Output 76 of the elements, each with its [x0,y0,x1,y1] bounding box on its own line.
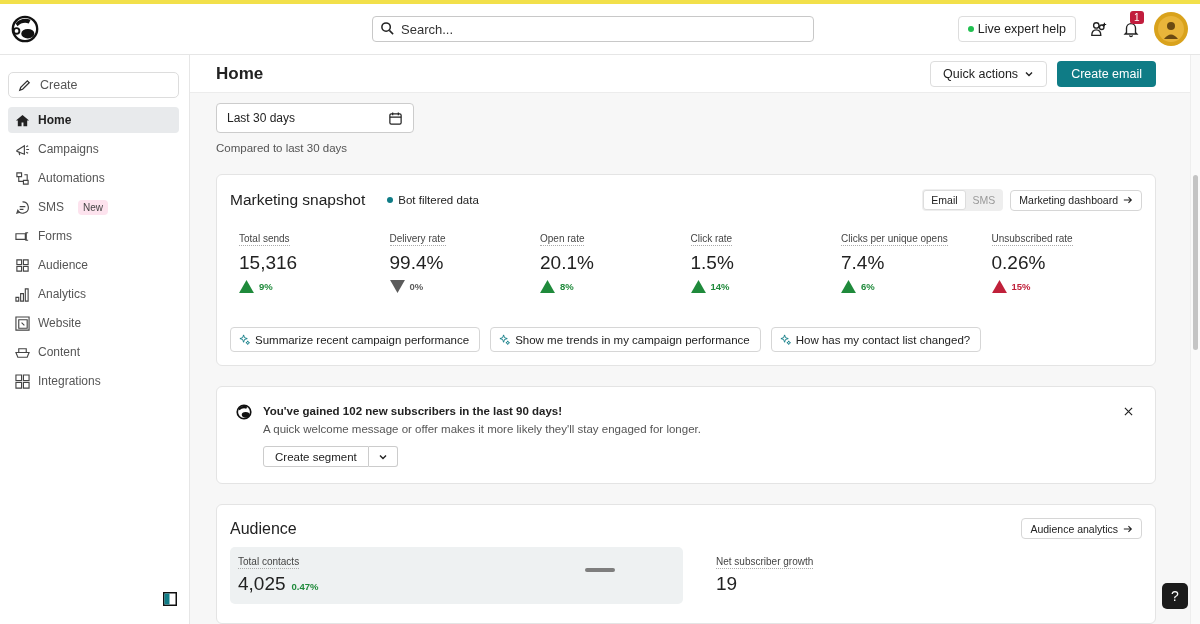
nav-item[interactable]: Analytics [8,281,179,307]
bell-icon[interactable] [1122,20,1140,38]
avatar[interactable] [1154,12,1188,46]
stat-value: 4,025 [238,573,286,595]
prompt-button[interactable]: How has my contact list changed? [770,327,982,352]
sparkle-icon [239,334,250,345]
create-email-button[interactable]: Create email [1057,60,1156,87]
notice-title: You've gained 102 new subscribers in the last 90 days! [263,405,564,417]
help-button[interactable]: ? [1162,583,1188,609]
new-badge: New [78,199,109,215]
window-icon [15,315,30,331]
bar-chart-icon [15,286,30,302]
metric-change: 0% [409,281,424,292]
metric-label: Open rate [540,233,585,246]
quick-actions-button[interactable]: Quick actions [930,60,1048,87]
metric-value: 20.1% [540,252,594,274]
pencil-icon [17,77,32,93]
metric-label: Delivery rate [389,233,446,246]
date-range-field[interactable]: Last 30 days [216,103,414,133]
metric-change: 6% [861,281,875,292]
metric-label: Click rate [690,233,733,246]
arrow-right-icon [1123,523,1133,534]
notice-text: A quick welcome message or offer makes it more likely they'll stay engaged for longer. [263,423,702,435]
prompt-button[interactable]: Summarize recent campaign performance [230,327,481,352]
stat-label: Net subscriber growth [716,556,814,569]
metric-change: 15% [1011,281,1031,292]
sparkle-icon [779,334,791,345]
audience-analytics-button[interactable]: Audience analytics [1021,518,1142,539]
channel-tab[interactable]: Email [923,190,966,210]
metric-change: 9% [259,281,273,292]
stat-value: 19 [716,573,738,595]
page-title: Home [216,63,264,84]
metric-label: Total sends [239,233,290,246]
create-segment-button[interactable]: Create segment [263,446,369,467]
nav-item[interactable]: Integrations [8,368,179,394]
metric-label: Clicks per unique opens [841,233,948,246]
close-icon[interactable] [1124,407,1133,416]
card-title: Marketing snapshot [230,191,366,209]
dashboard-link-button[interactable]: Marketing dashboard [1010,189,1142,211]
nav-item[interactable]: Home [8,107,179,133]
nav-item[interactable]: Content [8,339,179,365]
flowchart-icon [15,170,30,186]
nav-item[interactable]: Audience [8,252,179,278]
nav-item[interactable]: Forms [8,223,179,249]
chat-bubble-icon [15,199,30,215]
metric-change: 8% [560,281,574,292]
stat-label: Total contacts [238,556,300,569]
create-button[interactable]: Create [8,72,179,98]
card-title: Audience [230,519,297,538]
stat-change: 0.47% [291,581,319,592]
nav-item[interactable]: SMS New [8,194,179,220]
sidebar-toggle-icon[interactable] [163,592,177,606]
search-icon [380,21,395,36]
metric-value: 0.26% [991,252,1046,274]
metric-value: 15,316 [239,252,298,274]
grid-icon [15,373,30,389]
metric-label: Unsubscribed rate [991,233,1073,246]
metric-value: 99.4% [389,252,444,274]
status-dot [387,197,394,203]
metric-value: 1.5% [690,252,734,274]
prompt-button[interactable]: Show me trends in my campaign performance [490,327,761,352]
nav-item[interactable]: Website [8,310,179,336]
comparison-caption: Compared to last 30 days [216,142,349,154]
sparkle-icon [499,334,511,345]
nav-item[interactable]: Automations [8,165,179,191]
scrollbar-thumb[interactable] [1193,175,1198,350]
search-field[interactable]: Search... [372,16,814,42]
notification-badge: 1 [1130,11,1144,24]
bot-filter-label: Bot filtered data [398,194,479,206]
metric-change: 14% [710,281,730,292]
house-icon [15,112,30,128]
calendar-icon [388,110,403,126]
live-help-button[interactable]: Live expert help [957,16,1076,42]
nav-item[interactable]: Campaigns [8,136,179,162]
arrow-right-icon [1123,195,1133,205]
metric-value: 7.4% [841,252,885,274]
